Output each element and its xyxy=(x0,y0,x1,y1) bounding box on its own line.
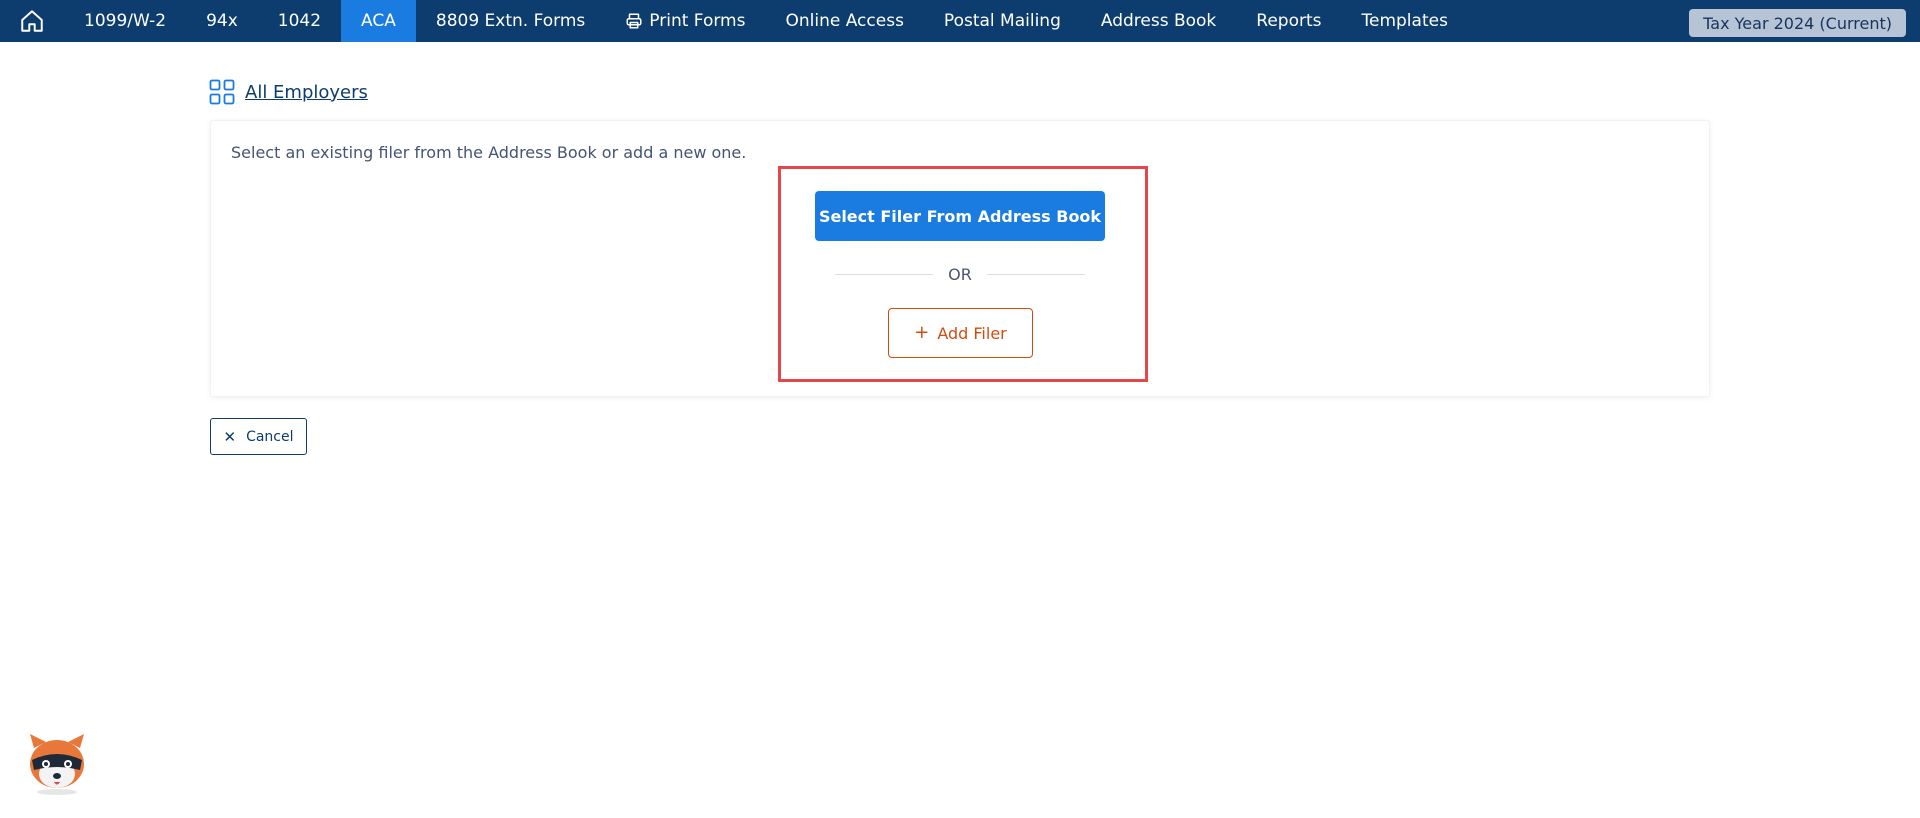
or-line-right xyxy=(987,273,1085,275)
plus-icon: + xyxy=(914,322,930,343)
nav-item-postal-mailing[interactable]: Postal Mailing xyxy=(924,0,1081,42)
all-employers-link[interactable]: All Employers xyxy=(209,79,368,105)
all-employers-label: All Employers xyxy=(245,81,368,103)
home-button[interactable] xyxy=(0,0,64,42)
home-icon xyxy=(21,10,43,32)
nav-item-reports[interactable]: Reports xyxy=(1236,0,1341,42)
nav-item-1042[interactable]: 1042 xyxy=(258,0,341,42)
add-filer-button[interactable]: + Add Filer xyxy=(888,308,1033,358)
nav-item-print-forms[interactable]: Print Forms xyxy=(605,0,765,42)
raccoon-mascot-icon[interactable] xyxy=(24,730,90,796)
close-icon: ✕ xyxy=(223,427,237,446)
grid-icon xyxy=(209,79,235,105)
cancel-button[interactable]: ✕ Cancel xyxy=(210,418,307,455)
nav-item-aca[interactable]: ACA xyxy=(341,0,416,42)
printer-icon xyxy=(625,12,643,30)
select-filer-button[interactable]: Select Filer From Address Book xyxy=(815,191,1105,241)
nav-item-1099-w2[interactable]: 1099/W-2 xyxy=(64,0,186,42)
nav-item-online-access[interactable]: Online Access xyxy=(765,0,923,42)
top-navigation: 1099/W-2 94x 1042 ACA 8809 Extn. Forms P… xyxy=(0,0,1920,42)
intro-text: Select an existing filer from the Addres… xyxy=(231,143,747,162)
nav-item-8809-extn-forms[interactable]: 8809 Extn. Forms xyxy=(416,0,605,42)
nav-item-94x[interactable]: 94x xyxy=(186,0,258,42)
nav-item-address-book[interactable]: Address Book xyxy=(1081,0,1236,42)
or-text: OR xyxy=(948,264,972,284)
cancel-label: Cancel xyxy=(246,428,294,445)
or-divider: OR xyxy=(835,262,1085,286)
nav-item-templates[interactable]: Templates xyxy=(1342,0,1468,42)
tax-year-selector[interactable]: Tax Year 2024 (Current) xyxy=(1689,9,1906,37)
add-filer-label: Add Filer xyxy=(937,323,1007,343)
or-line-left xyxy=(835,273,933,275)
